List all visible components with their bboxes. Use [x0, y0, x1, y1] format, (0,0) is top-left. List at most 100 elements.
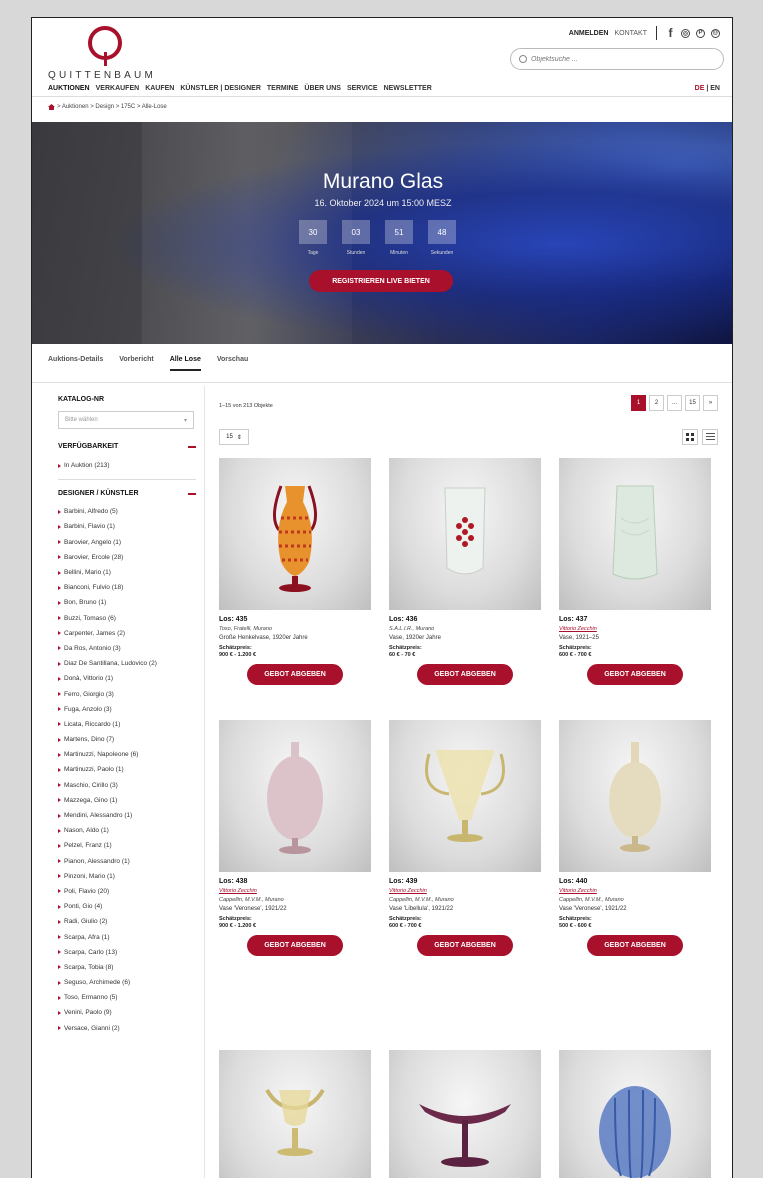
lot-image[interactable]: [559, 1050, 711, 1178]
lang-en[interactable]: EN: [710, 85, 720, 92]
place-bid-button[interactable]: GEBOT ABGEBEN: [417, 935, 513, 956]
page-next[interactable]: »: [703, 395, 718, 411]
contact-link[interactable]: KONTAKT: [614, 30, 647, 37]
collapse-icon[interactable]: [188, 445, 196, 448]
breadcrumb-path[interactable]: > Auktionen > Design > 175C > Alle-Lose: [57, 104, 167, 110]
lot-card-partial[interactable]: [559, 1050, 711, 1178]
designer-filter-item[interactable]: Da Ros, Antonio (3): [58, 641, 196, 656]
nav-ueber-uns[interactable]: ÜBER UNS: [304, 85, 341, 92]
lot-card[interactable]: Los: 437 Vittorio Zecchin Vase, 1921–25 …: [559, 458, 711, 685]
lot-image[interactable]: [559, 720, 711, 872]
designer-filter-item[interactable]: Scarpa, Tobia (8): [58, 960, 196, 975]
instagram-icon[interactable]: ◎: [681, 28, 690, 38]
designer-filter-item[interactable]: Mendini, Alessandro (1): [58, 808, 196, 823]
page-1[interactable]: 1: [631, 395, 646, 411]
designer-filter-item[interactable]: Mazzega, Gino (1): [58, 793, 196, 808]
facebook-icon[interactable]: f: [666, 26, 675, 40]
lot-card-partial[interactable]: [219, 1050, 371, 1178]
lot-artist-link[interactable]: Vittorio Zecchin: [219, 888, 371, 894]
newsletter-icon[interactable]: @: [711, 28, 720, 38]
lot-number[interactable]: Los: 436: [389, 616, 541, 623]
lot-image[interactable]: [219, 720, 371, 872]
tab-alle-lose[interactable]: Alle Lose: [169, 356, 201, 371]
designer-filter-item[interactable]: Radi, Giulio (2): [58, 914, 196, 929]
designer-filter-item[interactable]: Pianon, Alessandro (1): [58, 854, 196, 869]
home-icon[interactable]: [48, 104, 55, 110]
designer-filter-item[interactable]: Carpenter, James (2): [58, 626, 196, 641]
place-bid-button[interactable]: GEBOT ABGEBEN: [247, 664, 343, 685]
nav-kaufen[interactable]: KAUFEN: [145, 85, 174, 92]
lot-number[interactable]: Los: 440: [559, 878, 711, 885]
designer-filter-item[interactable]: Pinzoni, Mario (1): [58, 869, 196, 884]
lot-card[interactable]: Los: 435 Toso, Fratelli, Murano Große He…: [219, 458, 371, 685]
designer-filter-item[interactable]: Seguso, Archimede (6): [58, 975, 196, 990]
nav-verkaufen[interactable]: VERKAUFEN: [96, 85, 140, 92]
place-bid-button[interactable]: GEBOT ABGEBEN: [587, 664, 683, 685]
designer-filter-item[interactable]: Versace, Gianni (2): [58, 1021, 196, 1036]
lot-card[interactable]: Los: 438 Vittorio Zecchin Cappellin, M.V…: [219, 720, 371, 956]
lot-card-partial[interactable]: [389, 1050, 541, 1178]
lot-number[interactable]: Los: 435: [219, 616, 371, 623]
logo[interactable]: QUITTENBAUM: [48, 26, 168, 86]
tab-vorschau[interactable]: Vorschau: [217, 356, 248, 371]
designer-filter-item[interactable]: Maschio, Cirillo (3): [58, 778, 196, 793]
designer-filter-item[interactable]: Fuga, Anzolo (3): [58, 702, 196, 717]
lot-artist-link[interactable]: Vittorio Zecchin: [559, 888, 711, 894]
per-page-select[interactable]: 15 ⇕: [219, 429, 249, 445]
designer-filter-item[interactable]: Barbini, Alfredo (5): [58, 504, 196, 519]
designer-filter-item[interactable]: Barovier, Ercole (28): [58, 550, 196, 565]
designer-filter-item[interactable]: Venini, Paolo (9): [58, 1005, 196, 1020]
login-link[interactable]: ANMELDEN: [569, 30, 609, 37]
lot-number[interactable]: Los: 439: [389, 878, 541, 885]
designer-filter-item[interactable]: Donà, Vittorio (1): [58, 671, 196, 686]
designer-filter-item[interactable]: Licata, Riccardo (1): [58, 717, 196, 732]
designer-filter-item[interactable]: Poli, Flavio (20): [58, 884, 196, 899]
designer-filter-item[interactable]: Martinuzzi, Paolo (1): [58, 762, 196, 777]
register-live-bid-button[interactable]: REGISTRIEREN LIVE BIETEN: [309, 270, 453, 292]
lot-image[interactable]: [219, 458, 371, 610]
tab-vorbericht[interactable]: Vorbericht: [119, 356, 154, 371]
place-bid-button[interactable]: GEBOT ABGEBEN: [587, 935, 683, 956]
katalog-select[interactable]: Bitte wählen ▾: [58, 411, 194, 429]
lot-number[interactable]: Los: 437: [559, 616, 711, 623]
designer-filter-item[interactable]: Buzzi, Tomaso (6): [58, 611, 196, 626]
designer-filter-item[interactable]: Bellini, Mario (1): [58, 565, 196, 580]
search-box[interactable]: [510, 48, 724, 70]
nav-service[interactable]: SERVICE: [347, 85, 378, 92]
nav-kuenstler-designer[interactable]: KÜNSTLER | DESIGNER: [180, 85, 261, 92]
designer-filter-item[interactable]: Martens, Dino (7): [58, 732, 196, 747]
designer-filter-item[interactable]: Pelzel, Franz (1): [58, 838, 196, 853]
lot-card[interactable]: Los: 436 S.A.L.I.R., Murano Vase, 1920er…: [389, 458, 541, 685]
collapse-icon[interactable]: [188, 492, 196, 495]
filter-designer-header[interactable]: DESIGNER / KÜNSTLER: [58, 490, 196, 497]
pinterest-icon[interactable]: P: [696, 28, 705, 38]
designer-filter-item[interactable]: Martinuzzi, Napoleone (6): [58, 747, 196, 762]
designer-filter-item[interactable]: Bianconi, Fulvio (18): [58, 580, 196, 595]
lot-card[interactable]: Los: 440 Vittorio Zecchin Cappellin, M.V…: [559, 720, 711, 956]
designer-filter-item[interactable]: Scarpa, Afra (1): [58, 929, 196, 944]
designer-filter-item[interactable]: Ferro, Giorgio (3): [58, 686, 196, 701]
lot-image[interactable]: [559, 458, 711, 610]
lot-image[interactable]: [219, 1050, 371, 1178]
lot-image[interactable]: [389, 1050, 541, 1178]
designer-filter-item[interactable]: Ponti, Gio (4): [58, 899, 196, 914]
lot-card[interactable]: Los: 439 Vittorio Zecchin Cappellin, M.V…: [389, 720, 541, 956]
nav-termine[interactable]: TERMINE: [267, 85, 299, 92]
nav-newsletter[interactable]: NEWSLETTER: [384, 85, 432, 92]
tab-auktions-details[interactable]: Auktions-Details: [48, 356, 103, 371]
page-15[interactable]: 15: [685, 395, 700, 411]
place-bid-button[interactable]: GEBOT ABGEBEN: [247, 935, 343, 956]
lot-artist-link[interactable]: Vittorio Zecchin: [559, 626, 711, 632]
designer-filter-item[interactable]: Nason, Aldo (1): [58, 823, 196, 838]
lot-image[interactable]: [389, 720, 541, 872]
designer-filter-item[interactable]: Scarpa, Carlo (13): [58, 945, 196, 960]
list-view-button[interactable]: [702, 429, 718, 445]
lang-de[interactable]: DE: [695, 85, 705, 92]
filter-verf-header[interactable]: VERFÜGBARKEIT: [58, 443, 196, 450]
search-input[interactable]: [531, 55, 701, 63]
page-2[interactable]: 2: [649, 395, 664, 411]
designer-filter-item[interactable]: Toso, Ermanno (5): [58, 990, 196, 1005]
filter-item[interactable]: In Auktion (213): [58, 458, 196, 473]
designer-filter-item[interactable]: Barovier, Angelo (1): [58, 535, 196, 550]
lot-image[interactable]: [389, 458, 541, 610]
